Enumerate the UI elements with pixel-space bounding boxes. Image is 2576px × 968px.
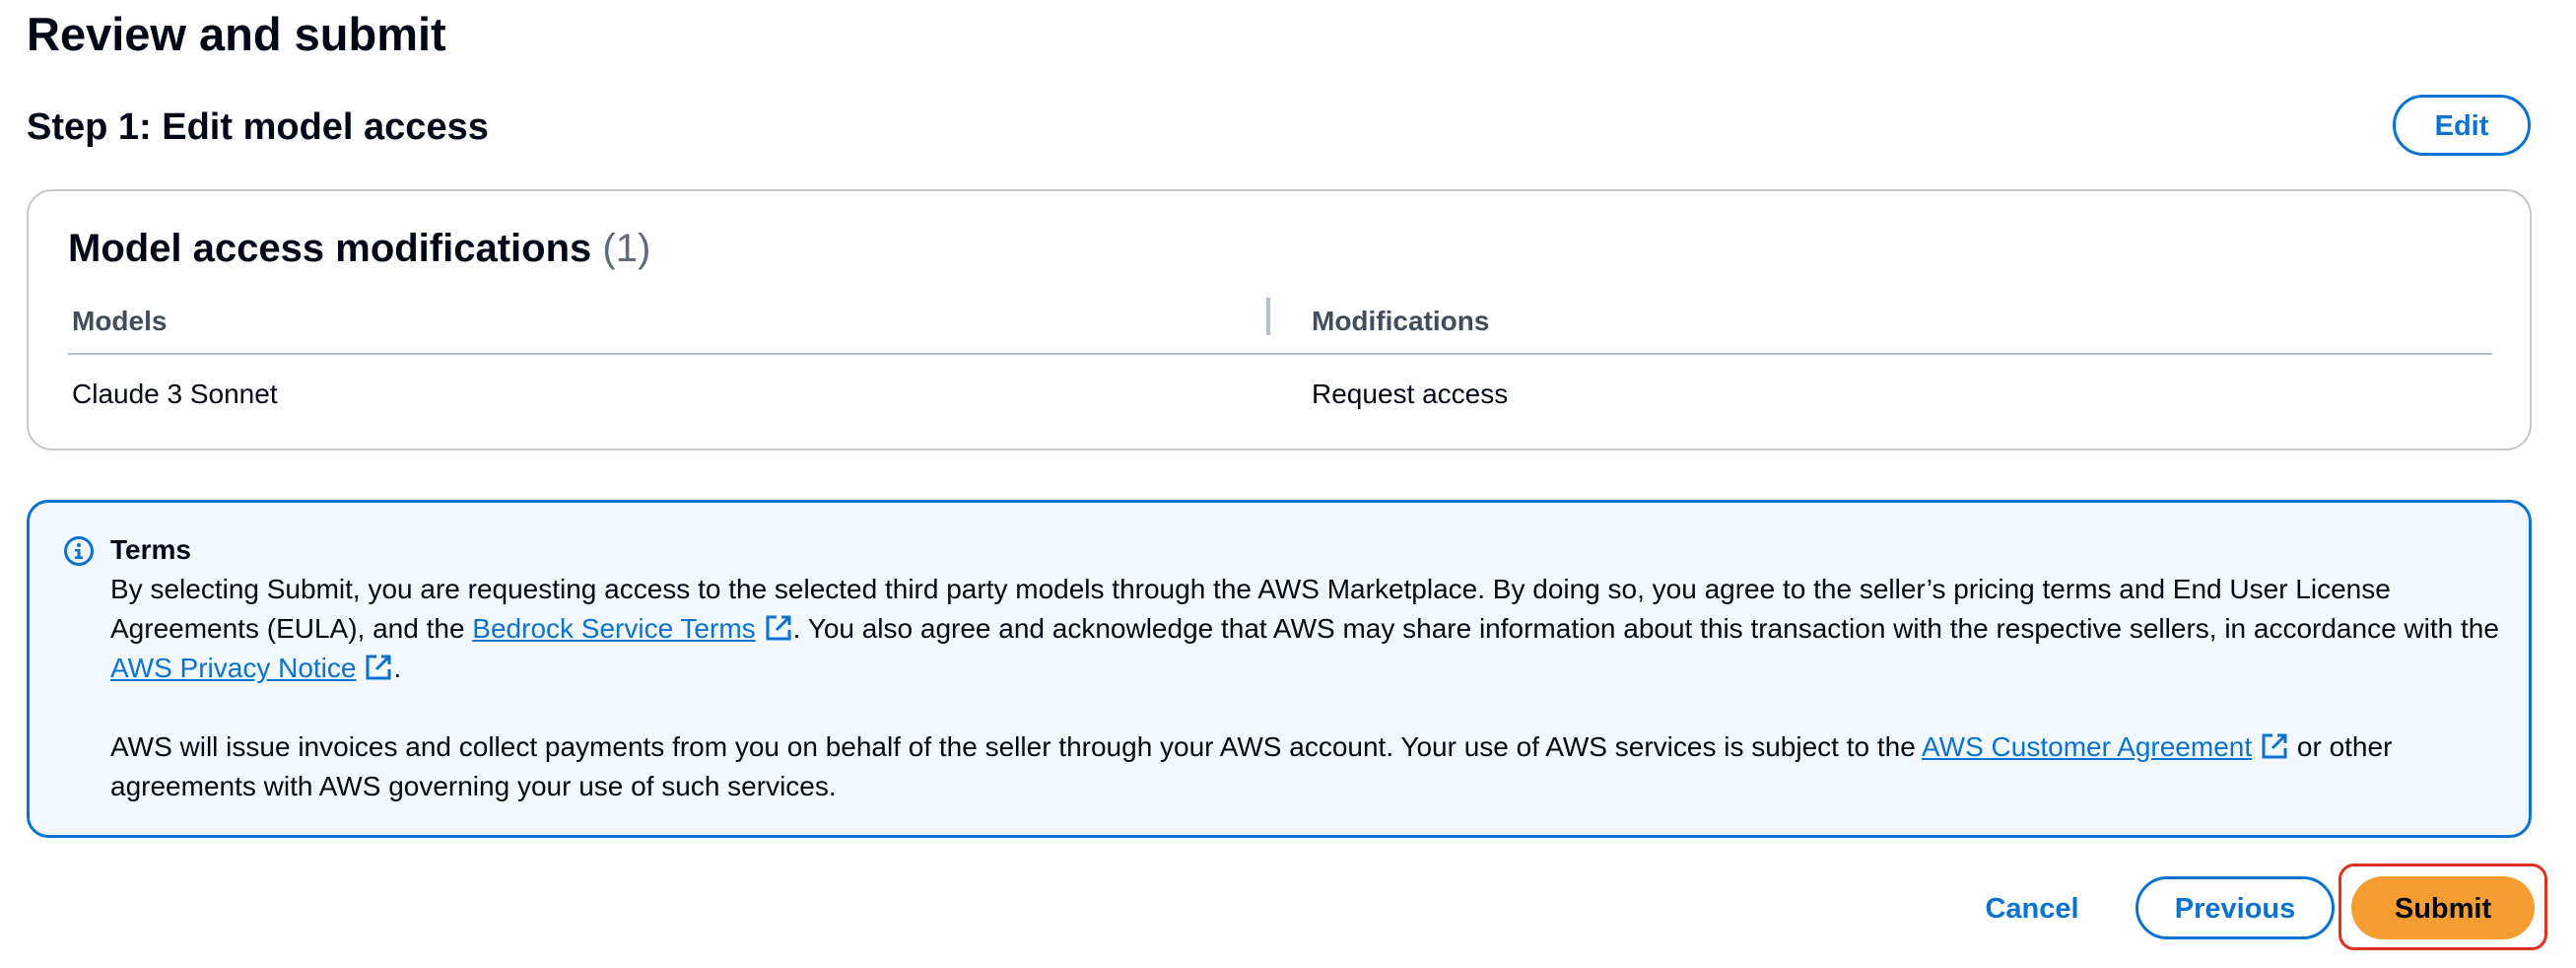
column-header-models[interactable]: Models [72, 302, 167, 341]
card-title-text: Model access modifications [68, 227, 592, 270]
review-and-submit-page: Review and submit Step 1: Edit model acc… [0, 0, 2576, 968]
page-title: Review and submit [27, 8, 446, 60]
external-link-icon [2262, 733, 2287, 759]
cell-model: Claude 3 Sonnet [72, 379, 278, 409]
terms-body: Terms By selecting Submit, you are reque… [110, 530, 2515, 806]
terms-text: AWS will issue invoices and collect paym… [110, 731, 1923, 762]
terms-heading: Terms [110, 534, 191, 565]
card-title: Model access modifications (1) [68, 223, 650, 274]
terms-text: . [393, 653, 402, 683]
cell-modification: Request access [1312, 379, 1509, 409]
external-link-icon [366, 655, 391, 680]
table-header-row: Models Modifications [68, 290, 2492, 355]
terms-paragraph-2: AWS will issue invoices and collect paym… [110, 727, 2515, 806]
bedrock-service-terms-link[interactable]: Bedrock Service Terms [472, 613, 792, 644]
card-count: (1) [602, 227, 651, 270]
step-title: Step 1: Edit model access [27, 106, 489, 148]
link-label: AWS Privacy Notice [110, 653, 357, 683]
column-resize-handle[interactable] [1266, 298, 1270, 335]
terms-paragraph-1: By selecting Submit, you are requesting … [110, 570, 2515, 688]
cancel-button[interactable]: Cancel [1967, 875, 2097, 940]
info-circle-icon [64, 536, 94, 566]
submit-button[interactable]: Submit [2351, 876, 2535, 939]
link-label: AWS Customer Agreement [1922, 731, 2253, 762]
aws-customer-agreement-link[interactable]: AWS Customer Agreement [1922, 731, 2289, 762]
table-row: Claude 3 Sonnet Request access [68, 355, 2492, 434]
column-header-modifications[interactable]: Modifications [1312, 302, 1489, 341]
external-link-icon [766, 615, 791, 641]
aws-privacy-notice-link[interactable]: AWS Privacy Notice [110, 653, 393, 683]
terms-alert: Terms By selecting Submit, you are reque… [27, 500, 2532, 838]
model-access-modifications-card: Model access modifications (1) Models Mo… [27, 189, 2532, 450]
previous-button[interactable]: Previous [2135, 876, 2335, 939]
link-label: Bedrock Service Terms [472, 613, 756, 644]
modifications-table: Models Modifications Claude 3 Sonnet Req… [68, 290, 2492, 434]
terms-text: . You also agree and acknowledge that AW… [792, 613, 2499, 644]
edit-button[interactable]: Edit [2393, 95, 2531, 156]
